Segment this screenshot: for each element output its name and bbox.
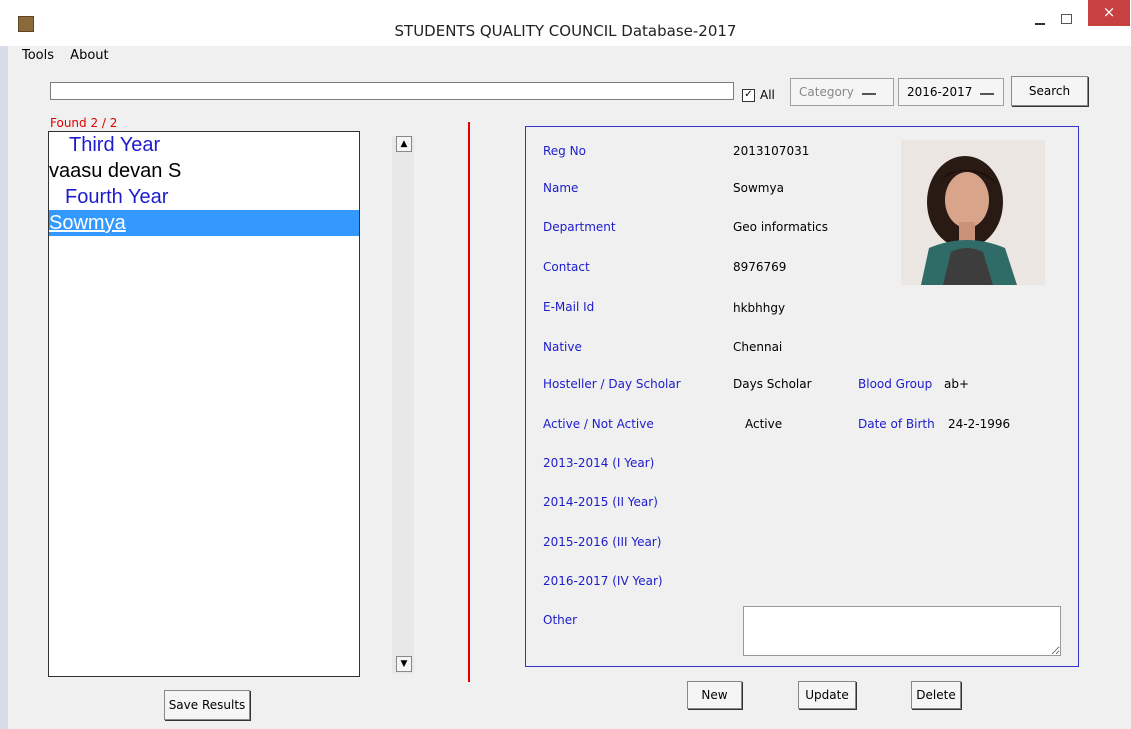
contact-label: Contact [543, 260, 590, 274]
dropdown-arrow-icon [980, 93, 995, 95]
save-results-button[interactable]: Save Results [164, 690, 250, 720]
minimize-button[interactable] [1030, 14, 1050, 30]
found-count-label: Found 2 / 2 [50, 116, 118, 130]
dob-value: 24-2-1996 [948, 417, 1011, 431]
other-label: Other [543, 613, 578, 627]
title-bar: STUDENTS QUALITY COUNCIL Database-2017 × [0, 0, 1131, 46]
scroll-up-icon[interactable]: ▲ [396, 136, 412, 152]
year1-label: 2013-2014 (I Year) [543, 456, 655, 470]
active-value: Active [745, 417, 783, 431]
delete-button[interactable]: Delete [911, 681, 961, 709]
email-value: hkbhhgy [733, 301, 786, 315]
email-label: E-Mail Id [543, 300, 595, 314]
menu-tools[interactable]: Tools [22, 48, 54, 63]
menu-about[interactable]: About [70, 48, 108, 63]
year-select[interactable]: 2016-2017 [898, 78, 1004, 106]
native-value: Chennai [733, 340, 783, 354]
results-list[interactable]: Third Year vaasu devan S Fourth Year Sow… [48, 131, 360, 677]
dropdown-arrow-icon [861, 93, 876, 95]
year-value: 2016-2017 [907, 85, 973, 99]
category-select[interactable]: Category [790, 78, 894, 106]
maximize-button[interactable] [1056, 11, 1076, 27]
student-photo-image [901, 140, 1045, 285]
reg-no-label: Reg No [543, 144, 586, 158]
new-button[interactable]: New [687, 681, 742, 709]
year2-label: 2014-2015 (II Year) [543, 495, 658, 509]
hosteller-value: Days Scholar [733, 377, 812, 391]
all-label: All [760, 88, 775, 102]
list-group-header: Third Year [69, 134, 161, 156]
department-value: Geo informatics [733, 220, 828, 234]
name-value: Sowmya [733, 181, 784, 195]
list-group-header: Fourth Year [65, 186, 169, 208]
other-input[interactable] [743, 606, 1061, 656]
year3-label: 2015-2016 (III Year) [543, 535, 662, 549]
window-left-border [0, 0, 8, 729]
blood-group-value: ab+ [944, 377, 970, 391]
scroll-down-icon[interactable]: ▼ [396, 656, 412, 672]
checkbox-icon[interactable]: ✓ [742, 88, 755, 102]
app-window: STUDENTS QUALITY COUNCIL Database-2017 ×… [0, 0, 1131, 729]
year4-label: 2016-2017 (IV Year) [543, 574, 663, 588]
update-button[interactable]: Update [798, 681, 856, 709]
all-checkbox[interactable]: ✓ All [742, 88, 775, 102]
dob-label: Date of Birth [858, 417, 935, 431]
blood-group-label: Blood Group [858, 377, 933, 391]
panel-divider [468, 122, 470, 682]
contact-value: 8976769 [733, 260, 787, 274]
active-label: Active / Not Active [543, 417, 654, 431]
list-item-selected[interactable]: Sowmya [49, 210, 359, 236]
menu-bar: Tools About [22, 48, 121, 63]
category-value: Category [799, 85, 854, 99]
name-label: Name [543, 181, 579, 195]
close-button[interactable]: × [1088, 0, 1130, 26]
close-icon: × [1102, 3, 1116, 21]
student-photo [901, 140, 1045, 285]
hosteller-label: Hosteller / Day Scholar [543, 377, 681, 391]
search-input[interactable] [50, 82, 734, 100]
reg-no-value: 2013107031 [733, 144, 810, 158]
list-item[interactable]: vaasu devan S [49, 158, 359, 184]
results-scrollbar[interactable] [392, 136, 414, 674]
search-button[interactable]: Search [1011, 76, 1088, 106]
window-title: STUDENTS QUALITY COUNCIL Database-2017 [394, 22, 737, 40]
native-label: Native [543, 340, 582, 354]
department-label: Department [543, 220, 616, 234]
